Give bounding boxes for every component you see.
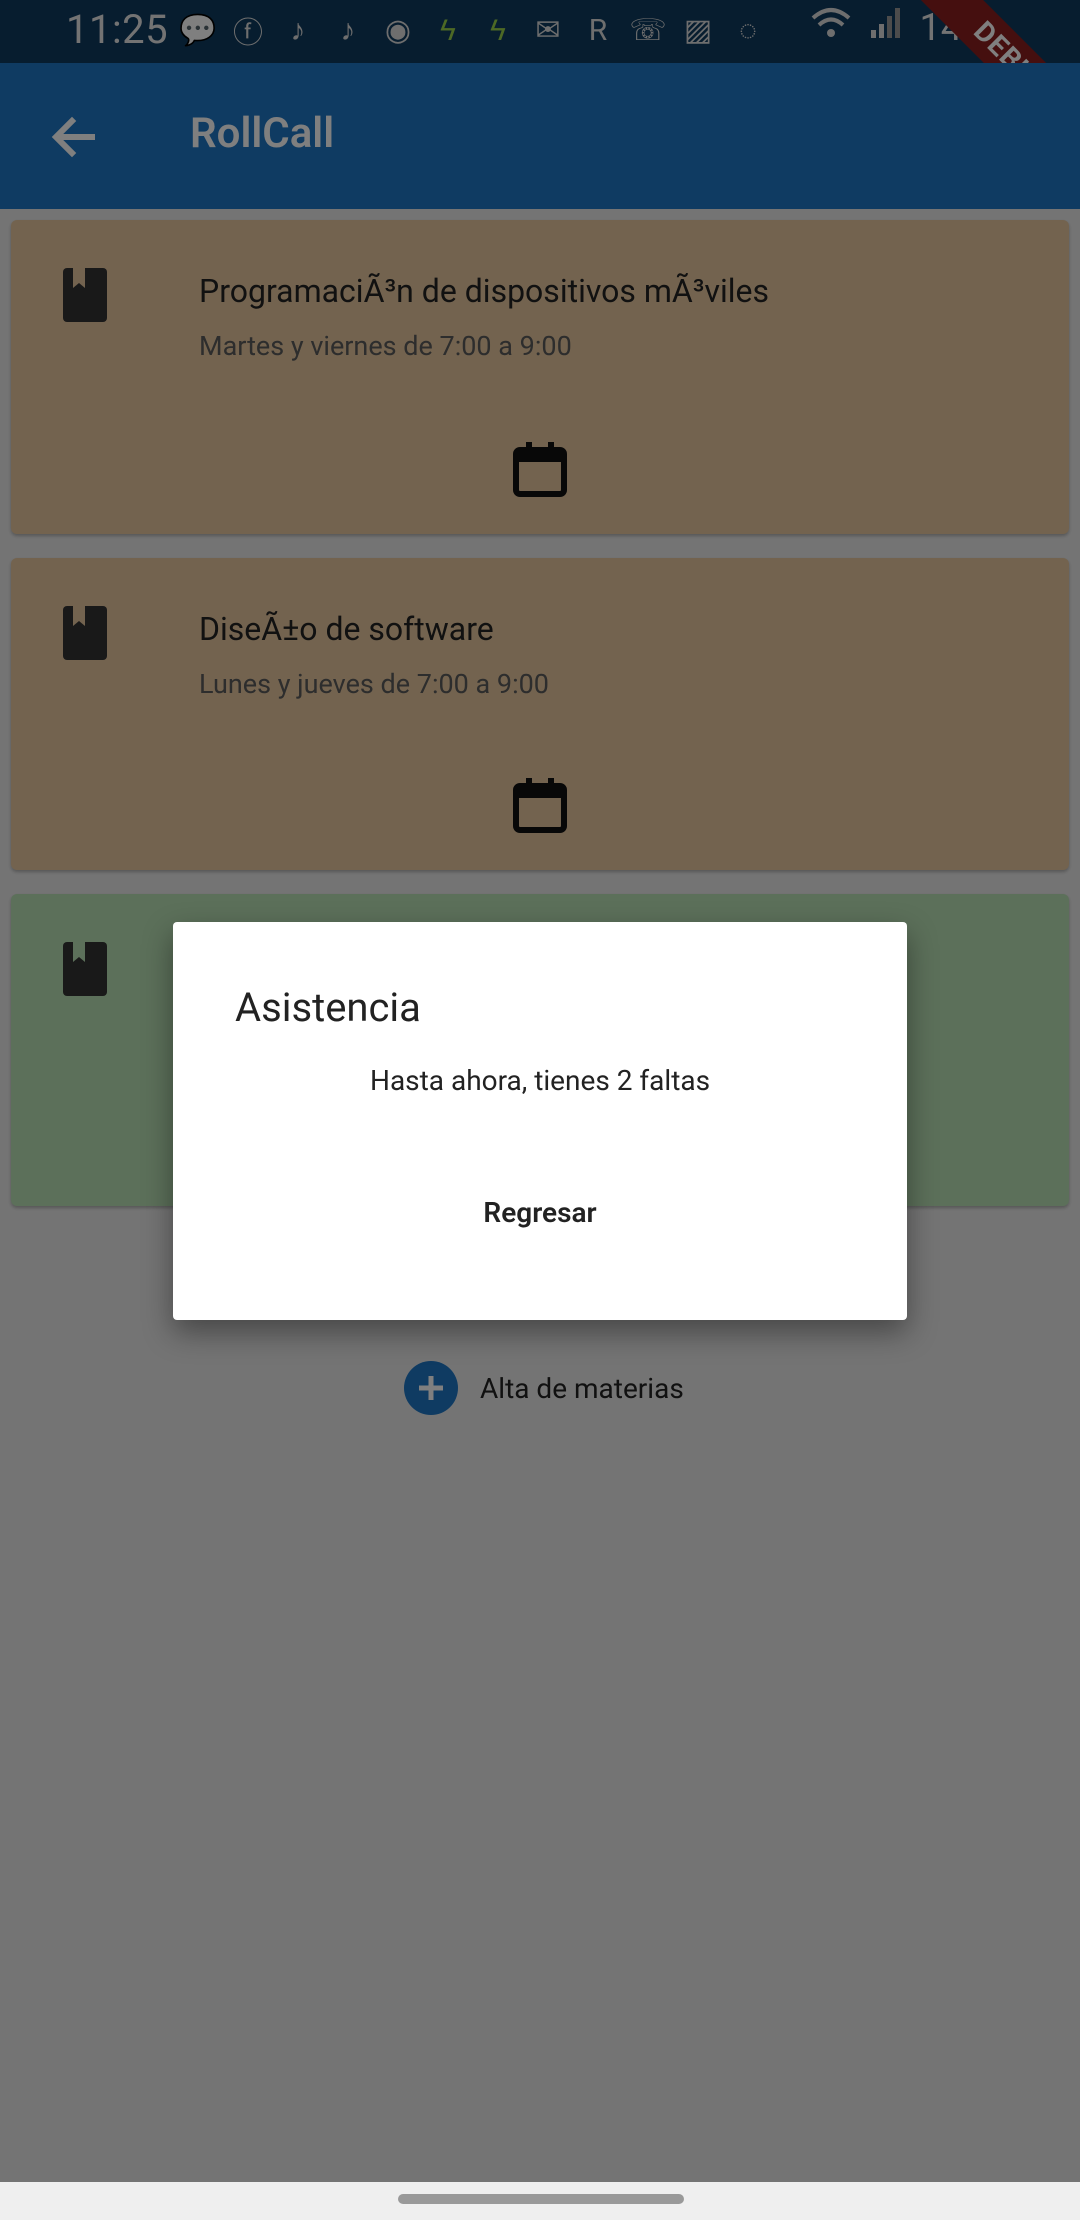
- navigation-bar: [0, 2182, 1080, 2220]
- dialog-title: Asistencia: [235, 984, 421, 1031]
- dialog-message: Hasta ahora, tienes 2 faltas: [369, 1064, 711, 1097]
- attendance-dialog: Asistencia Hasta ahora, tienes 2 faltas …: [173, 922, 907, 1320]
- home-gesture-handle[interactable]: [398, 2194, 684, 2204]
- return-button[interactable]: Regresar: [465, 1186, 614, 1239]
